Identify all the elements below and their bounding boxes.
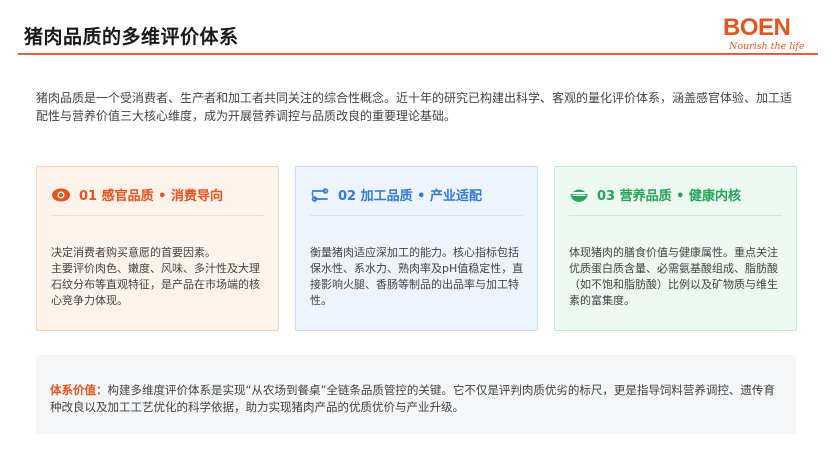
- logo-wordmark: BOEN: [723, 14, 791, 41]
- card-body: 衡量猪肉适应深加工的能力。核心指标包括保水性、系水力、熟肉率及pH值稳定性，直接…: [310, 246, 524, 307]
- label-colon: ：: [96, 383, 108, 397]
- logo-tagline: Nourish the life: [729, 41, 805, 52]
- card-header: 01 感官品质 • 消费导向: [51, 185, 223, 204]
- intro-paragraph: 猪肉品质是一个受消费者、生产者和加工者共同关注的综合性概念。近十年的研究已构建出…: [36, 91, 793, 123]
- system-value-box: 体系价值：构建多维度评价体系是实现“从农场到餐桌”全链条品质管控的关键。它不仅是…: [36, 355, 796, 434]
- card-header: 03 营养品质 • 健康内核: [569, 185, 741, 204]
- card-sensory-quality: 01 感官品质 • 消费导向 决定消费者购买意愿的首要因素。 主要评价肉色、嫩度…: [36, 166, 279, 331]
- eye-icon: [51, 186, 71, 204]
- card-divider: [569, 215, 782, 216]
- card-processing-quality: 02 加工品质 • 产业适配 衡量猪肉适应深加工的能力。核心指标包括保水性、系水…: [295, 166, 538, 331]
- bowl-icon: [569, 186, 589, 204]
- page-title: 猪肉品质的多维评价体系: [24, 26, 239, 48]
- card-body: 体现猪肉的膳食价值与健康属性。重点关注优质蛋白质含量、必需氨基酸组成、脂肪酸（如…: [569, 246, 778, 307]
- card-header: 02 加工品质 • 产业适配: [310, 185, 482, 204]
- card-title: 01 感官品质 • 消费导向: [79, 189, 223, 204]
- card-title: 02 加工品质 • 产业适配: [338, 189, 482, 204]
- card-divider: [51, 215, 264, 216]
- process-icon: [310, 186, 330, 204]
- slide: 猪肉品质的多维评价体系 BOEN Nourish the life 猪肉品质是一…: [0, 0, 833, 470]
- card-title: 03 营养品质 • 健康内核: [597, 189, 741, 204]
- card-divider: [310, 215, 523, 216]
- system-value-text: 体系价值：构建多维度评价体系是实现“从农场到餐桌”全链条品质管控的关键。它不仅是…: [50, 382, 786, 416]
- brand-logo: BOEN Nourish the life: [723, 14, 823, 58]
- system-value-content: 构建多维度评价体系是实现“从农场到餐桌”全链条品质管控的关键。它不仅是评判肉质优…: [50, 383, 775, 414]
- system-value-label: 体系价值: [50, 383, 96, 397]
- card-nutrition-quality: 03 营养品质 • 健康内核 体现猪肉的膳食价值与健康属性。重点关注优质蛋白质含…: [554, 166, 797, 331]
- title-divider: [18, 53, 818, 55]
- card-body: 决定消费者购买意愿的首要因素。 主要评价肉色、嫩度、风味、多汁性及大理石纹分布等…: [51, 246, 260, 307]
